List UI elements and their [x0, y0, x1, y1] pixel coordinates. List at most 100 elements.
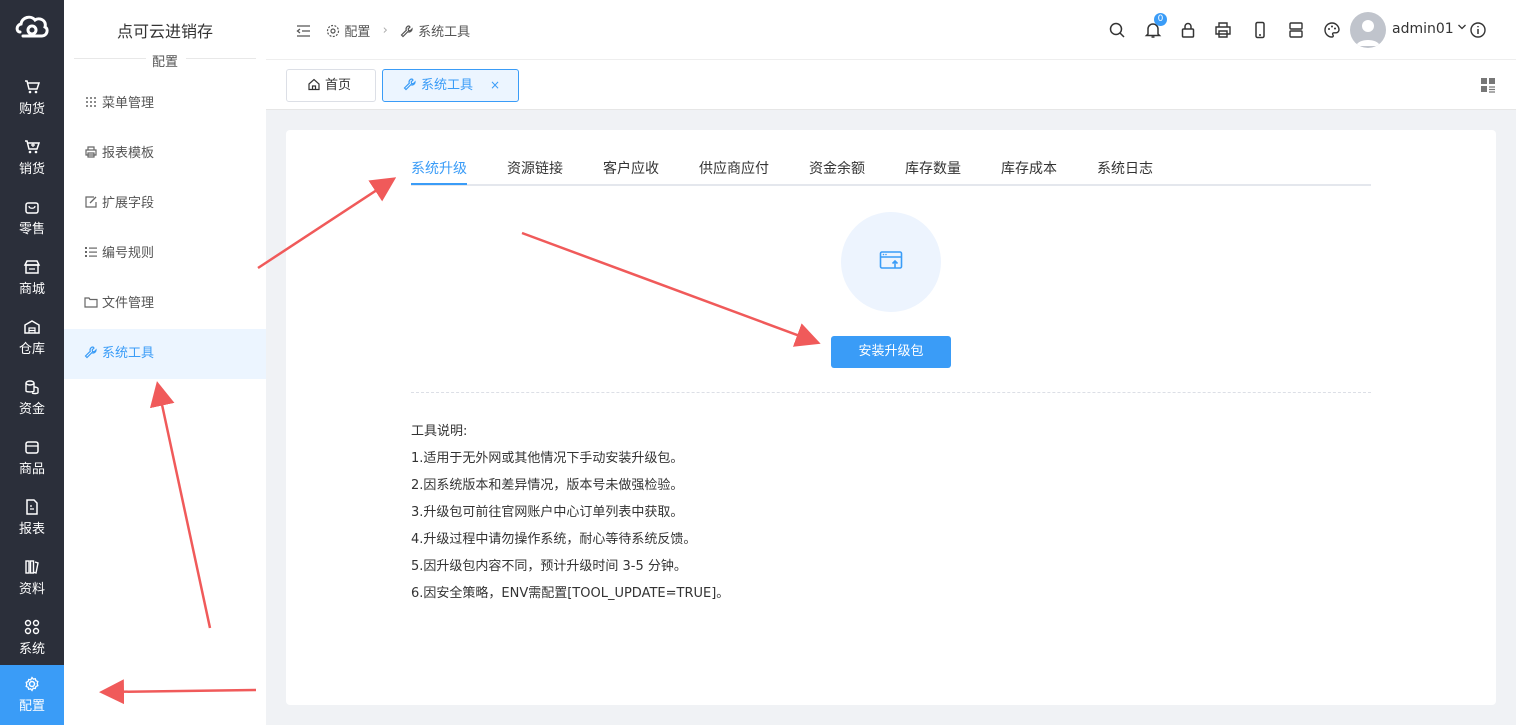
tab-stock-quantity[interactable]: 库存数量	[905, 158, 961, 178]
avatar[interactable]	[1350, 12, 1386, 48]
cart-icon	[25, 80, 41, 94]
user-menu[interactable]: admin01	[1392, 21, 1467, 37]
gear-icon	[327, 24, 340, 37]
note-item: 5.因升级包内容不同，预计升级时间 3-5 分钟。	[411, 559, 687, 574]
store-icon	[23, 260, 41, 274]
grid-icon	[24, 619, 40, 635]
sub-item-label: 报表模板	[102, 146, 155, 161]
logo-icon[interactable]	[14, 12, 50, 44]
printer-icon	[85, 146, 97, 158]
cart-plus-icon	[25, 140, 41, 154]
tab-customer-receivables[interactable]: 客户应收	[603, 158, 659, 178]
nav-item-retail[interactable]: 零售	[0, 188, 64, 248]
note-item: 2.因系统版本和差异情况，版本号未做强检验。	[411, 478, 684, 493]
app-title: 点可云进销存	[116, 22, 213, 41]
collapse-menu-icon[interactable]	[296, 24, 312, 38]
tool-notes: 工具说明: 1.适用于无外网或其他情况下手动安装升级包。 2.因系统版本和差异情…	[411, 418, 729, 607]
list-numbered-icon	[85, 247, 97, 257]
nav-item-config[interactable]: 配置	[0, 665, 64, 725]
layout-icon[interactable]	[1287, 21, 1305, 39]
books-icon	[25, 560, 39, 574]
gear-icon	[25, 676, 39, 692]
mobile-icon[interactable]	[1251, 21, 1269, 39]
upload-area[interactable]	[841, 212, 941, 312]
nav-label: 商品	[18, 462, 45, 477]
note-item: 6.因安全策略，ENV需配置[TOOL_UPDATE=TRUE]。	[411, 586, 730, 601]
tag-system-tools[interactable]: 系统工具 ×	[382, 69, 519, 102]
breadcrumb-item: 系统工具	[418, 25, 471, 40]
info-icon[interactable]	[1469, 21, 1487, 39]
upload-package-icon	[879, 251, 903, 269]
nav-item-system[interactable]: 系统	[0, 608, 64, 668]
lock-icon[interactable]	[1179, 21, 1197, 39]
tag-label: 系统工具	[421, 78, 474, 93]
notes-title: 工具说明:	[411, 424, 468, 439]
nav-label: 购货	[18, 102, 45, 117]
nav-item-funds[interactable]: 资金	[0, 368, 64, 428]
tab-system-log[interactable]: 系统日志	[1097, 158, 1153, 178]
tab-active-indicator	[411, 183, 467, 185]
notification-badge: 0	[1154, 13, 1167, 26]
username: admin01	[1392, 21, 1454, 37]
nav-label: 系统	[18, 642, 45, 657]
dots-grid-icon	[86, 97, 96, 107]
tabs: 系统升级 资源链接 客户应收 供应商应付 资金余额 库存数量 库存成本 系统日志	[411, 158, 1371, 186]
tag-options-icon[interactable]	[1480, 77, 1496, 93]
nav-item-sales[interactable]: 销货	[0, 128, 64, 188]
sub-item-system-tools[interactable]: 系统工具	[64, 329, 266, 379]
sub-item-extended-fields[interactable]: 扩展字段	[64, 179, 266, 229]
top-header: 配置 › 系统工具 0 admin01	[266, 0, 1516, 60]
nav-item-mall[interactable]: 商城	[0, 248, 64, 308]
left-nav: 购货 销货 零售 商城 仓库 资金 商品 报表 资料 系统 配置	[0, 0, 64, 725]
nav-item-warehouse[interactable]: 仓库	[0, 308, 64, 368]
wrench-icon	[400, 24, 413, 37]
note-item: 1.适用于无外网或其他情况下手动安装升级包。	[411, 451, 684, 466]
palette-icon[interactable]	[1323, 21, 1341, 39]
tab-supplier-payables[interactable]: 供应商应付	[699, 158, 769, 178]
sub-item-numbering-rules[interactable]: 编号规则	[64, 229, 266, 279]
tab-system-upgrade[interactable]: 系统升级	[411, 158, 467, 178]
nav-label: 仓库	[18, 342, 45, 357]
main-card: 系统升级 资源链接 客户应收 供应商应付 资金余额 库存数量 库存成本 系统日志…	[286, 130, 1496, 705]
note-item: 3.升级包可前往官网账户中心订单列表中获取。	[411, 505, 684, 520]
sub-item-menu-management[interactable]: 菜单管理	[64, 79, 266, 129]
sub-item-report-templates[interactable]: 报表模板	[64, 129, 266, 179]
wrench-icon	[84, 346, 97, 359]
sub-item-label: 文件管理	[102, 296, 155, 311]
breadcrumb-separator: ›	[382, 23, 388, 38]
nav-item-reports[interactable]: 报表	[0, 488, 64, 548]
breadcrumb: 配置 › 系统工具	[296, 21, 470, 40]
breadcrumb-item[interactable]: 配置	[344, 25, 370, 40]
install-package-button[interactable]: 安装升级包	[831, 336, 951, 368]
printer-icon[interactable]	[1214, 21, 1232, 39]
home-icon	[308, 78, 320, 91]
tab-stock-cost[interactable]: 库存成本	[1001, 158, 1057, 178]
search-icon[interactable]	[1108, 21, 1126, 39]
note-item: 4.升级过程中请勿操作系统，耐心等待系统反馈。	[411, 532, 697, 547]
sub-item-label: 编号规则	[102, 246, 155, 261]
tag-label: 首页	[325, 78, 352, 93]
sub-item-file-management[interactable]: 文件管理	[64, 279, 266, 329]
coins-icon	[25, 380, 39, 395]
nav-item-goods[interactable]: 商品	[0, 428, 64, 488]
nav-label: 商城	[18, 282, 45, 297]
tab-resource-links[interactable]: 资源链接	[507, 158, 563, 178]
nav-item-data[interactable]: 资料	[0, 548, 64, 608]
wrench-icon	[403, 78, 416, 91]
sub-item-label: 菜单管理	[102, 96, 155, 111]
nav-label: 资金	[18, 402, 45, 417]
close-icon[interactable]: ×	[490, 70, 500, 101]
nav-label: 资料	[18, 582, 45, 597]
edit-icon	[85, 196, 97, 208]
tab-fund-balance[interactable]: 资金余额	[809, 158, 865, 178]
sub-item-label: 扩展字段	[102, 196, 155, 211]
report-icon	[26, 499, 38, 515]
nav-label: 零售	[18, 222, 45, 237]
nav-label: 报表	[18, 522, 45, 537]
sub-item-label: 系统工具	[102, 346, 155, 361]
chevron-down-icon	[1457, 24, 1466, 30]
warehouse-icon	[24, 320, 40, 334]
bag-icon	[25, 202, 39, 214]
tag-home[interactable]: 首页	[286, 69, 376, 102]
nav-item-purchase[interactable]: 购货	[0, 68, 64, 128]
